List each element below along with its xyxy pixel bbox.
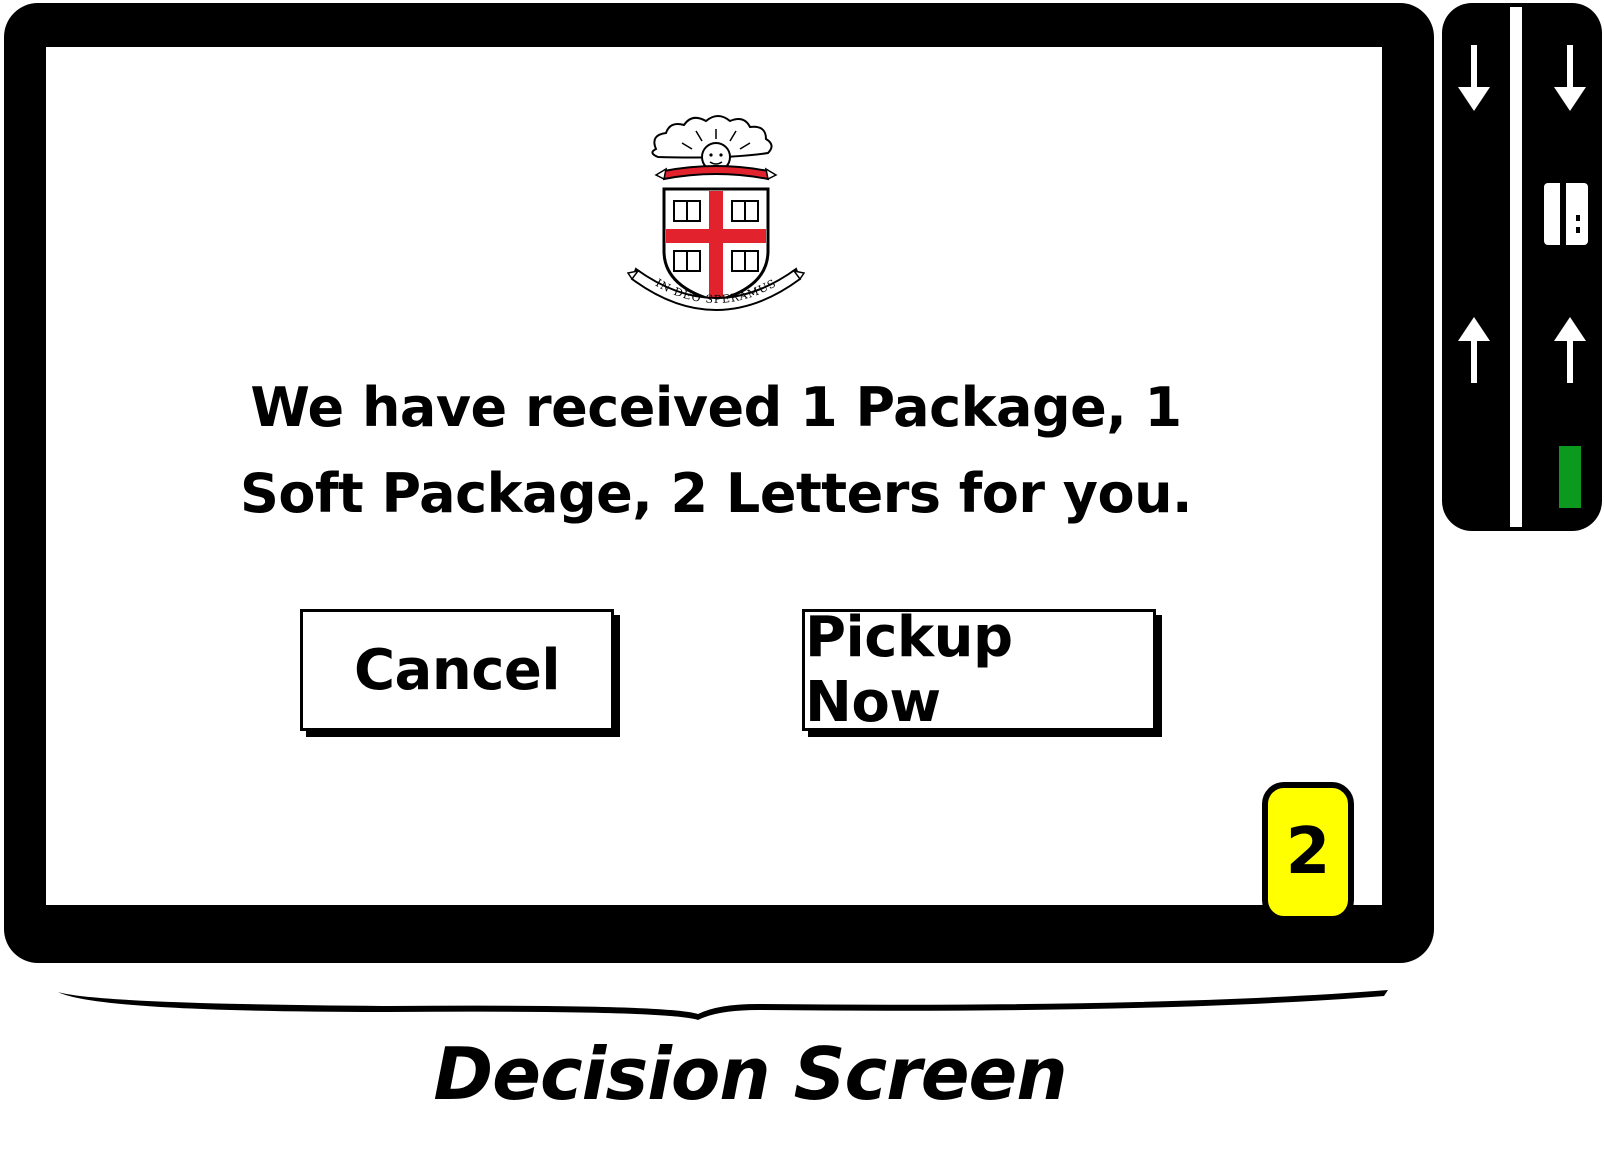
arrow-down-icon — [1458, 45, 1490, 111]
notification-message: We have received 1 Package, 1 Soft Packa… — [239, 376, 1193, 525]
arrow-up-icon — [1554, 317, 1586, 383]
brace-divider — [58, 990, 1388, 1020]
side-control-panel — [1442, 3, 1602, 531]
status-indicator-light — [1556, 443, 1584, 511]
kiosk-screen: IN DEO SPERAMUS We have received 1 Packa… — [44, 45, 1384, 922]
panel-divider — [1510, 7, 1522, 527]
screen-caption: Decision Screen — [433, 1032, 1067, 1116]
university-crest-logo: IN DEO SPERAMUS — [626, 115, 806, 311]
step-number-badge: 2 — [1262, 782, 1354, 922]
arrow-up-icon — [1458, 317, 1490, 383]
arrow-down-icon — [1554, 45, 1586, 111]
kiosk-device: IN DEO SPERAMUS We have received 1 Packa… — [4, 3, 1434, 963]
pickup-now-button[interactable]: Pickup Now — [802, 605, 1156, 735]
card-slot-icon — [1544, 183, 1588, 245]
cancel-button[interactable]: Cancel — [300, 609, 614, 731]
